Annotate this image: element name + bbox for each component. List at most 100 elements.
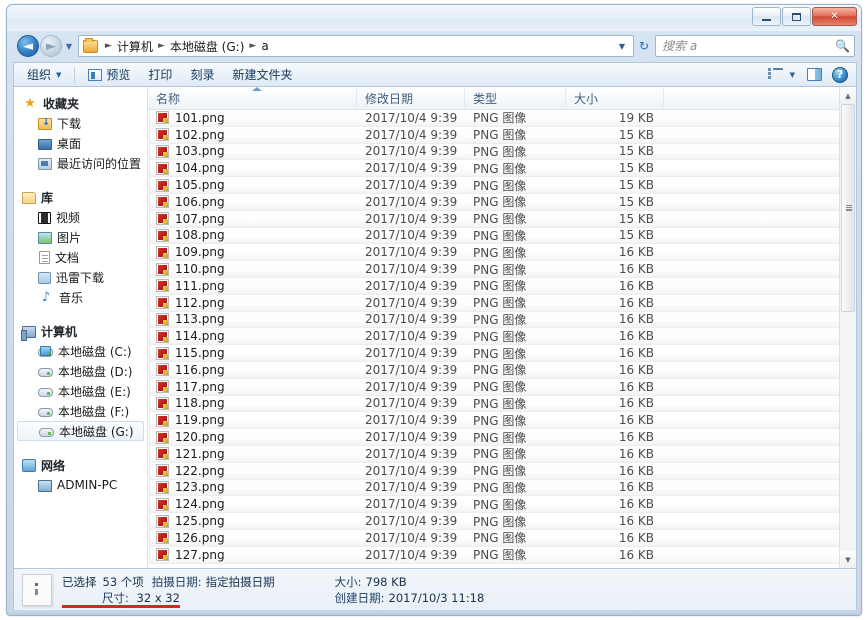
sidebar-item-music[interactable]: ♪ 音乐: [14, 287, 147, 307]
refresh-button[interactable]: ↻: [634, 35, 654, 57]
sidebar-label: ADMIN-PC: [57, 478, 117, 492]
preview-button[interactable]: 预览: [79, 64, 139, 85]
breadcrumb-item-computer[interactable]: 计算机: [117, 38, 153, 55]
sidebar-item-drive-c[interactable]: 本地磁盘 (C:): [14, 341, 147, 361]
table-row[interactable]: 121.png2017/10/4 9:39PNG 图像16 KB: [149, 446, 855, 463]
table-row[interactable]: 118.png2017/10/4 9:39PNG 图像16 KB: [149, 396, 855, 413]
scrollbar-track[interactable]: [840, 104, 856, 551]
cell-name: 115.png: [150, 346, 357, 360]
table-row[interactable]: 126.png2017/10/4 9:39PNG 图像16 KB: [149, 530, 855, 547]
table-row[interactable]: 127.png2017/10/4 9:39PNG 图像16 KB: [149, 547, 855, 564]
cell-name: 119.png: [150, 413, 357, 427]
organize-button[interactable]: 组织 ▼: [18, 64, 70, 85]
breadcrumb-item-folder[interactable]: a: [261, 39, 268, 53]
help-icon[interactable]: ?: [832, 67, 848, 83]
table-row[interactable]: 102.png2017/10/4 9:39PNG 图像15 KB: [149, 127, 855, 144]
sidebar-header-libraries[interactable]: 库: [14, 187, 147, 207]
taken-date-value[interactable]: 指定拍摄日期: [206, 574, 275, 590]
cell-date-modified: 2017/10/4 9:39: [357, 228, 465, 242]
table-row[interactable]: 101.png2017/10/4 9:39PNG 图像19 KB: [149, 110, 855, 127]
table-row[interactable]: 123.png2017/10/4 9:39PNG 图像16 KB: [149, 480, 855, 497]
cell-name: 103.png: [150, 144, 357, 158]
sidebar-label: 图片: [57, 229, 81, 246]
back-button[interactable]: ◄: [17, 35, 39, 57]
sidebar-item-pictures[interactable]: 图片: [14, 227, 147, 247]
table-row[interactable]: 109.png2017/10/4 9:39PNG 图像16 KB: [149, 244, 855, 261]
table-row[interactable]: 124.png2017/10/4 9:39PNG 图像16 KB: [149, 496, 855, 513]
preview-pane-icon[interactable]: [807, 68, 822, 81]
file-name: 119.png: [175, 413, 225, 427]
table-row[interactable]: 120.png2017/10/4 9:39PNG 图像16 KB: [149, 429, 855, 446]
sidebar-header-network[interactable]: 网络: [14, 455, 147, 475]
forward-button[interactable]: ►: [40, 35, 62, 57]
table-row[interactable]: 116.png2017/10/4 9:39PNG 图像16 KB: [149, 362, 855, 379]
table-row[interactable]: 112.png2017/10/4 9:39PNG 图像16 KB: [149, 295, 855, 312]
sidebar-item-videos[interactable]: 视频: [14, 207, 147, 227]
breadcrumb-item-drive[interactable]: 本地磁盘 (G:): [170, 38, 245, 55]
burn-button[interactable]: 刻录: [181, 64, 223, 85]
sidebar-item-desktop[interactable]: 桌面: [14, 133, 147, 153]
column-header-date-modified[interactable]: 修改日期: [357, 87, 465, 110]
new-folder-button[interactable]: 新建文件夹: [223, 64, 301, 85]
breadcrumb[interactable]: ► 计算机 ► 本地磁盘 (G:) ► a ▼: [78, 35, 634, 57]
sidebar-item-admin-pc[interactable]: ADMIN-PC: [14, 475, 147, 495]
cell-type: PNG 图像: [465, 361, 566, 378]
sidebar-label: 视频: [56, 209, 80, 226]
close-button[interactable]: ✕: [812, 7, 857, 26]
sidebar-header-favorites[interactable]: ★ 收藏夹: [14, 93, 147, 113]
sidebar-item-thunder-download[interactable]: 迅雷下载: [14, 267, 147, 287]
cell-type: PNG 图像: [465, 261, 566, 278]
table-row[interactable]: 103.png2017/10/4 9:39PNG 图像15 KB: [149, 144, 855, 161]
table-row[interactable]: 110.png2017/10/4 9:39PNG 图像16 KB: [149, 261, 855, 278]
scroll-up-button[interactable]: ▲: [840, 87, 856, 104]
png-file-icon: [156, 330, 169, 343]
table-row[interactable]: 119.png2017/10/4 9:39PNG 图像16 KB: [149, 412, 855, 429]
column-header-type[interactable]: 类型: [465, 87, 566, 110]
table-row[interactable]: 125.png2017/10/4 9:39PNG 图像16 KB: [149, 513, 855, 530]
table-row[interactable]: 106.png2017/10/4 9:39PNG 图像15 KB: [149, 194, 855, 211]
breadcrumb-separator[interactable]: ►: [244, 41, 261, 51]
table-row[interactable]: 113.png2017/10/4 9:39PNG 图像16 KB: [149, 312, 855, 329]
table-row[interactable]: 104.png2017/10/4 9:39PNG 图像15 KB: [149, 160, 855, 177]
sidebar-item-documents[interactable]: 文档: [14, 247, 147, 267]
maximize-icon: [792, 13, 801, 21]
sidebar-item-downloads[interactable]: 下载: [14, 113, 147, 133]
table-row[interactable]: 105.png2017/10/4 9:39PNG 图像15 KB: [149, 177, 855, 194]
table-row[interactable]: 114.png2017/10/4 9:39PNG 图像16 KB: [149, 328, 855, 345]
cell-type: PNG 图像: [465, 378, 566, 395]
sidebar-header-computer[interactable]: 计算机: [14, 321, 147, 341]
sidebar-item-drive-g[interactable]: 本地磁盘 (G:): [17, 421, 144, 441]
maximize-button[interactable]: [782, 7, 811, 26]
file-name: 105.png: [175, 178, 225, 192]
view-dropdown-icon[interactable]: ▼: [790, 71, 795, 79]
cell-date-modified: 2017/10/4 9:39: [357, 212, 465, 226]
cell-date-modified: 2017/10/4 9:39: [357, 447, 465, 461]
print-button[interactable]: 打印: [139, 64, 181, 85]
sidebar-item-drive-e[interactable]: 本地磁盘 (E:): [14, 381, 147, 401]
table-row[interactable]: 115.png2017/10/4 9:39PNG 图像16 KB: [149, 345, 855, 362]
column-header-size[interactable]: 大小: [566, 87, 664, 110]
minimize-button[interactable]: [752, 7, 781, 26]
table-row[interactable]: 111.png2017/10/4 9:39PNG 图像16 KB: [149, 278, 855, 295]
column-header-name[interactable]: 名称: [148, 87, 357, 110]
view-options-icon[interactable]: [768, 68, 783, 81]
table-row[interactable]: 108.png2017/10/4 9:39PNG 图像15 KB: [149, 228, 855, 245]
breadcrumb-separator[interactable]: ►: [153, 41, 170, 51]
sidebar-item-drive-d[interactable]: 本地磁盘 (D:): [14, 361, 147, 381]
sidebar-item-recent-places[interactable]: 最近访问的位置: [14, 153, 147, 173]
table-row[interactable]: 122.png2017/10/4 9:39PNG 图像16 KB: [149, 463, 855, 480]
recent-locations-dropdown[interactable]: ▼: [62, 42, 76, 51]
table-row[interactable]: 117.png2017/10/4 9:39PNG 图像16 KB: [149, 379, 855, 396]
address-dropdown-icon[interactable]: ▼: [613, 42, 631, 51]
table-row[interactable]: 107.png2017/10/4 9:39PNG 图像15 KB: [149, 211, 855, 228]
sidebar-item-drive-f[interactable]: 本地磁盘 (F:): [14, 401, 147, 421]
breadcrumb-separator[interactable]: ►: [100, 41, 117, 51]
navigation-pane[interactable]: ★ 收藏夹 下载 桌面 最近访问的位置: [14, 87, 148, 568]
scrollbar-thumb[interactable]: [841, 104, 855, 312]
search-input[interactable]: [662, 39, 835, 53]
file-name: 127.png: [175, 548, 225, 562]
scroll-down-button[interactable]: ▼: [840, 551, 856, 568]
file-name: 104.png: [175, 161, 225, 175]
search-box[interactable]: 🔍: [655, 35, 855, 57]
vertical-scrollbar[interactable]: ▲ ▼: [839, 87, 856, 568]
